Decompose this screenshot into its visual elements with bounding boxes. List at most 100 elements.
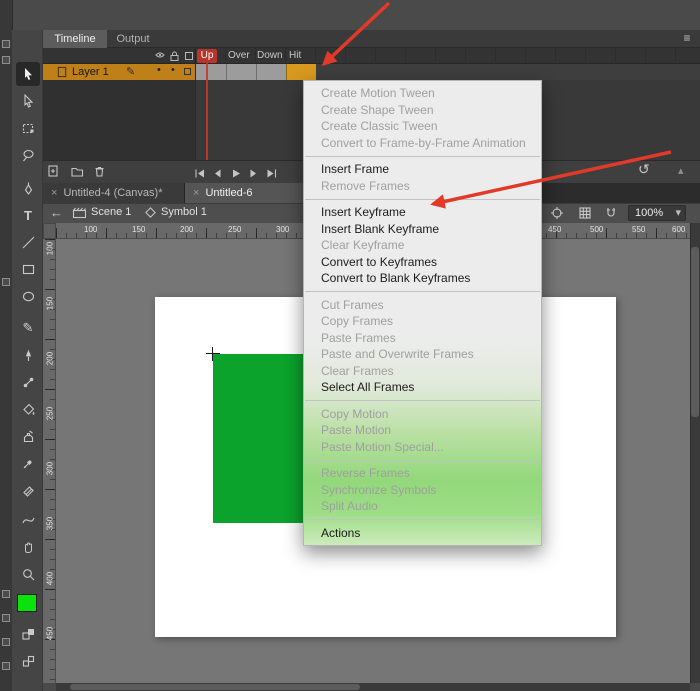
lasso-tool[interactable] — [16, 143, 40, 167]
breadcrumb-symbol[interactable]: Symbol 1 — [161, 206, 207, 218]
breadcrumb-scene[interactable]: Scene 1 — [91, 206, 131, 218]
menu-item-convert-frame-by-frame: Convert to Frame-by-Frame Animation — [304, 135, 541, 152]
horizontal-scrollbar-thumb[interactable] — [70, 684, 360, 690]
play-button[interactable] — [226, 164, 244, 182]
pen-tool[interactable] — [16, 176, 40, 200]
menu-item-actions[interactable]: Actions — [304, 525, 541, 542]
oval-icon — [21, 289, 36, 304]
lock-layers-icon[interactable] — [168, 50, 181, 62]
eraser-tool[interactable] — [16, 478, 40, 502]
menu-item-insert-keyframe[interactable]: Insert Keyframe — [304, 204, 541, 221]
collapsed-panel-icon[interactable] — [2, 278, 10, 286]
vertical-scrollbar-thumb[interactable] — [691, 247, 699, 417]
grid-icon[interactable] — [578, 206, 592, 220]
next-frame-button[interactable] — [244, 164, 262, 182]
width-tool[interactable] — [16, 508, 40, 532]
timeline-zoom-handle-icon[interactable]: ▴ — [678, 164, 684, 177]
menu-item-create-shape-tween: Create Shape Tween — [304, 102, 541, 119]
swap-colors-button[interactable] — [16, 622, 40, 646]
timeline-divider — [195, 48, 196, 160]
menu-item-insert-blank-keyframe[interactable]: Insert Blank Keyframe — [304, 221, 541, 238]
doc-tab-untitled-6[interactable]: ×Untitled-6 (Canvas)* — [185, 183, 311, 203]
menu-item-convert-to-blank-keyframes[interactable]: Convert to Blank Keyframes — [304, 270, 541, 287]
center-stage-icon[interactable] — [550, 206, 564, 220]
pencil-tool[interactable]: ✎ — [16, 316, 40, 340]
ruler-number: 100 — [84, 225, 97, 234]
ink-bottle-tool[interactable] — [16, 424, 40, 448]
tab-output[interactable]: Output — [107, 30, 159, 48]
hand-tool[interactable] — [16, 535, 40, 559]
line-tool[interactable] — [16, 230, 40, 254]
text-tool[interactable]: T — [16, 203, 40, 227]
zoom-level-select[interactable]: 100% ▾ — [628, 205, 686, 221]
hand-icon — [21, 540, 36, 555]
eyedropper-icon — [21, 456, 36, 471]
fill-color-swatch[interactable] — [17, 594, 37, 612]
menu-item-select-all-frames[interactable]: Select All Frames — [304, 379, 541, 396]
ruler-number: 200 — [180, 225, 193, 234]
ruler-number: 300 — [46, 459, 55, 479]
collapsed-panel-icon[interactable] — [2, 614, 10, 622]
show-hide-layers-icon[interactable] — [154, 50, 166, 61]
layer-visibility-dot-icon[interactable]: • — [157, 64, 161, 76]
last-frame-icon — [265, 167, 278, 180]
rectangle-tool[interactable] — [16, 257, 40, 281]
bone-tool[interactable] — [16, 370, 40, 394]
default-colors-icon — [21, 654, 36, 669]
free-transform-icon — [21, 121, 36, 136]
green-rectangle-shape[interactable] — [213, 354, 310, 523]
menu-item-insert-frame[interactable]: Insert Frame — [304, 161, 541, 178]
free-transform-tool[interactable] — [16, 116, 40, 140]
doc-tab-untitled-4[interactable]: ×Untitled-4 (Canvas)* — [43, 183, 185, 203]
menu-item-clear-frames: Clear Frames — [304, 363, 541, 380]
draw-cursor-crosshair — [212, 347, 213, 361]
menu-item-convert-to-keyframes[interactable]: Convert to Keyframes — [304, 254, 541, 271]
eyedropper-tool[interactable] — [16, 451, 40, 475]
back-arrow-icon[interactable]: ← — [50, 205, 63, 220]
default-colors-button[interactable] — [16, 649, 40, 673]
magnifier-icon — [21, 567, 36, 582]
selection-arrow-icon — [21, 67, 36, 82]
collapsed-panel-icon[interactable] — [2, 638, 10, 646]
layer-lock-dot-icon[interactable]: • — [171, 64, 175, 76]
ruler-number: 450 — [46, 624, 55, 644]
selection-tool[interactable] — [16, 62, 40, 86]
loop-playback-icon[interactable]: ↺ — [638, 161, 650, 178]
frame-context-menu: Create Motion Tween Create Shape Tween C… — [303, 80, 542, 546]
outline-layers-icon[interactable] — [183, 50, 195, 62]
last-frame-button[interactable] — [262, 164, 280, 182]
delete-layer-button[interactable] — [90, 162, 108, 180]
panel-menu-icon[interactable]: ≡ — [678, 31, 696, 47]
first-frame-button[interactable] — [190, 164, 208, 182]
layer-edit-pencil-icon: ✎ — [126, 65, 135, 78]
playhead-marker[interactable]: Up — [197, 49, 217, 63]
zoom-tool[interactable] — [16, 562, 40, 586]
close-tab-icon[interactable]: × — [193, 187, 199, 199]
collapsed-panel-icon[interactable] — [2, 662, 10, 670]
collapsed-panel-icon[interactable] — [2, 56, 10, 64]
collapsed-panel-icon[interactable] — [2, 590, 10, 598]
menu-item-create-motion-tween: Create Motion Tween — [304, 85, 541, 102]
playhead-line[interactable] — [206, 63, 208, 160]
layer-name-label[interactable]: Layer 1 — [72, 66, 109, 78]
previous-frame-button[interactable] — [208, 164, 226, 182]
paint-bucket-tool[interactable] — [16, 397, 40, 421]
snap-magnet-icon[interactable] — [604, 206, 618, 220]
selected-frame-cell[interactable] — [286, 64, 316, 80]
brush-tool[interactable] — [16, 343, 40, 367]
oval-tool[interactable] — [16, 284, 40, 308]
collapsed-panel-icon[interactable] — [2, 40, 10, 48]
line-icon — [21, 235, 36, 250]
new-layer-icon — [46, 164, 60, 178]
scene-icon — [72, 206, 87, 219]
bone-icon — [21, 375, 36, 390]
layer-outline-color-chip[interactable] — [184, 68, 191, 75]
new-folder-button[interactable] — [68, 162, 86, 180]
ink-bottle-icon — [21, 429, 36, 444]
frame-label-down: Down — [257, 50, 283, 61]
ruler-number: 350 — [46, 514, 55, 534]
new-layer-button[interactable] — [44, 162, 62, 180]
subselection-tool[interactable] — [16, 89, 40, 113]
close-tab-icon[interactable]: × — [51, 187, 57, 199]
tab-timeline[interactable]: Timeline — [43, 30, 107, 48]
